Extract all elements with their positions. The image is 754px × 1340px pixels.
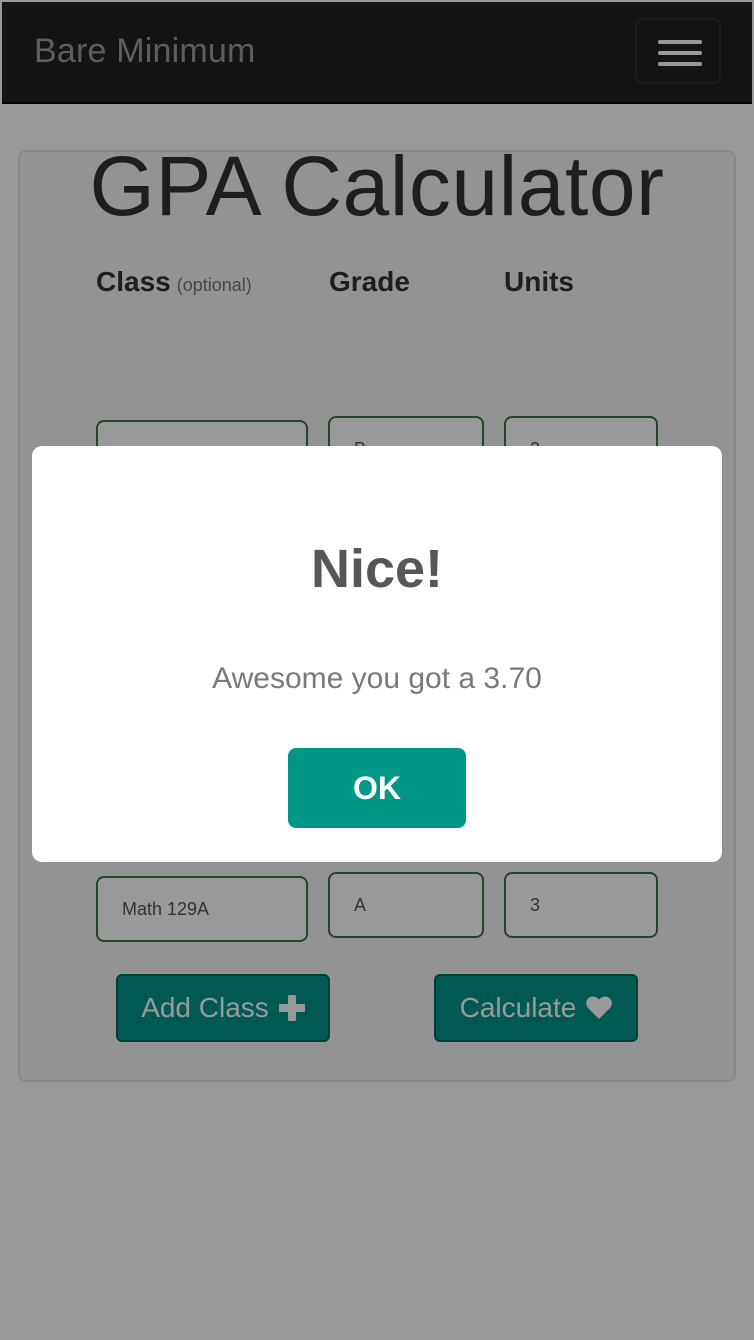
- ok-button[interactable]: OK: [288, 748, 466, 828]
- app-frame: Bare Minimum GPA Calculator Class (option…: [0, 0, 754, 1340]
- alert-dialog: Nice! Awesome you got a 3.70 OK: [32, 446, 722, 862]
- alert-title: Nice!: [310, 539, 444, 599]
- alert-message: Awesome you got a 3.70: [212, 662, 542, 695]
